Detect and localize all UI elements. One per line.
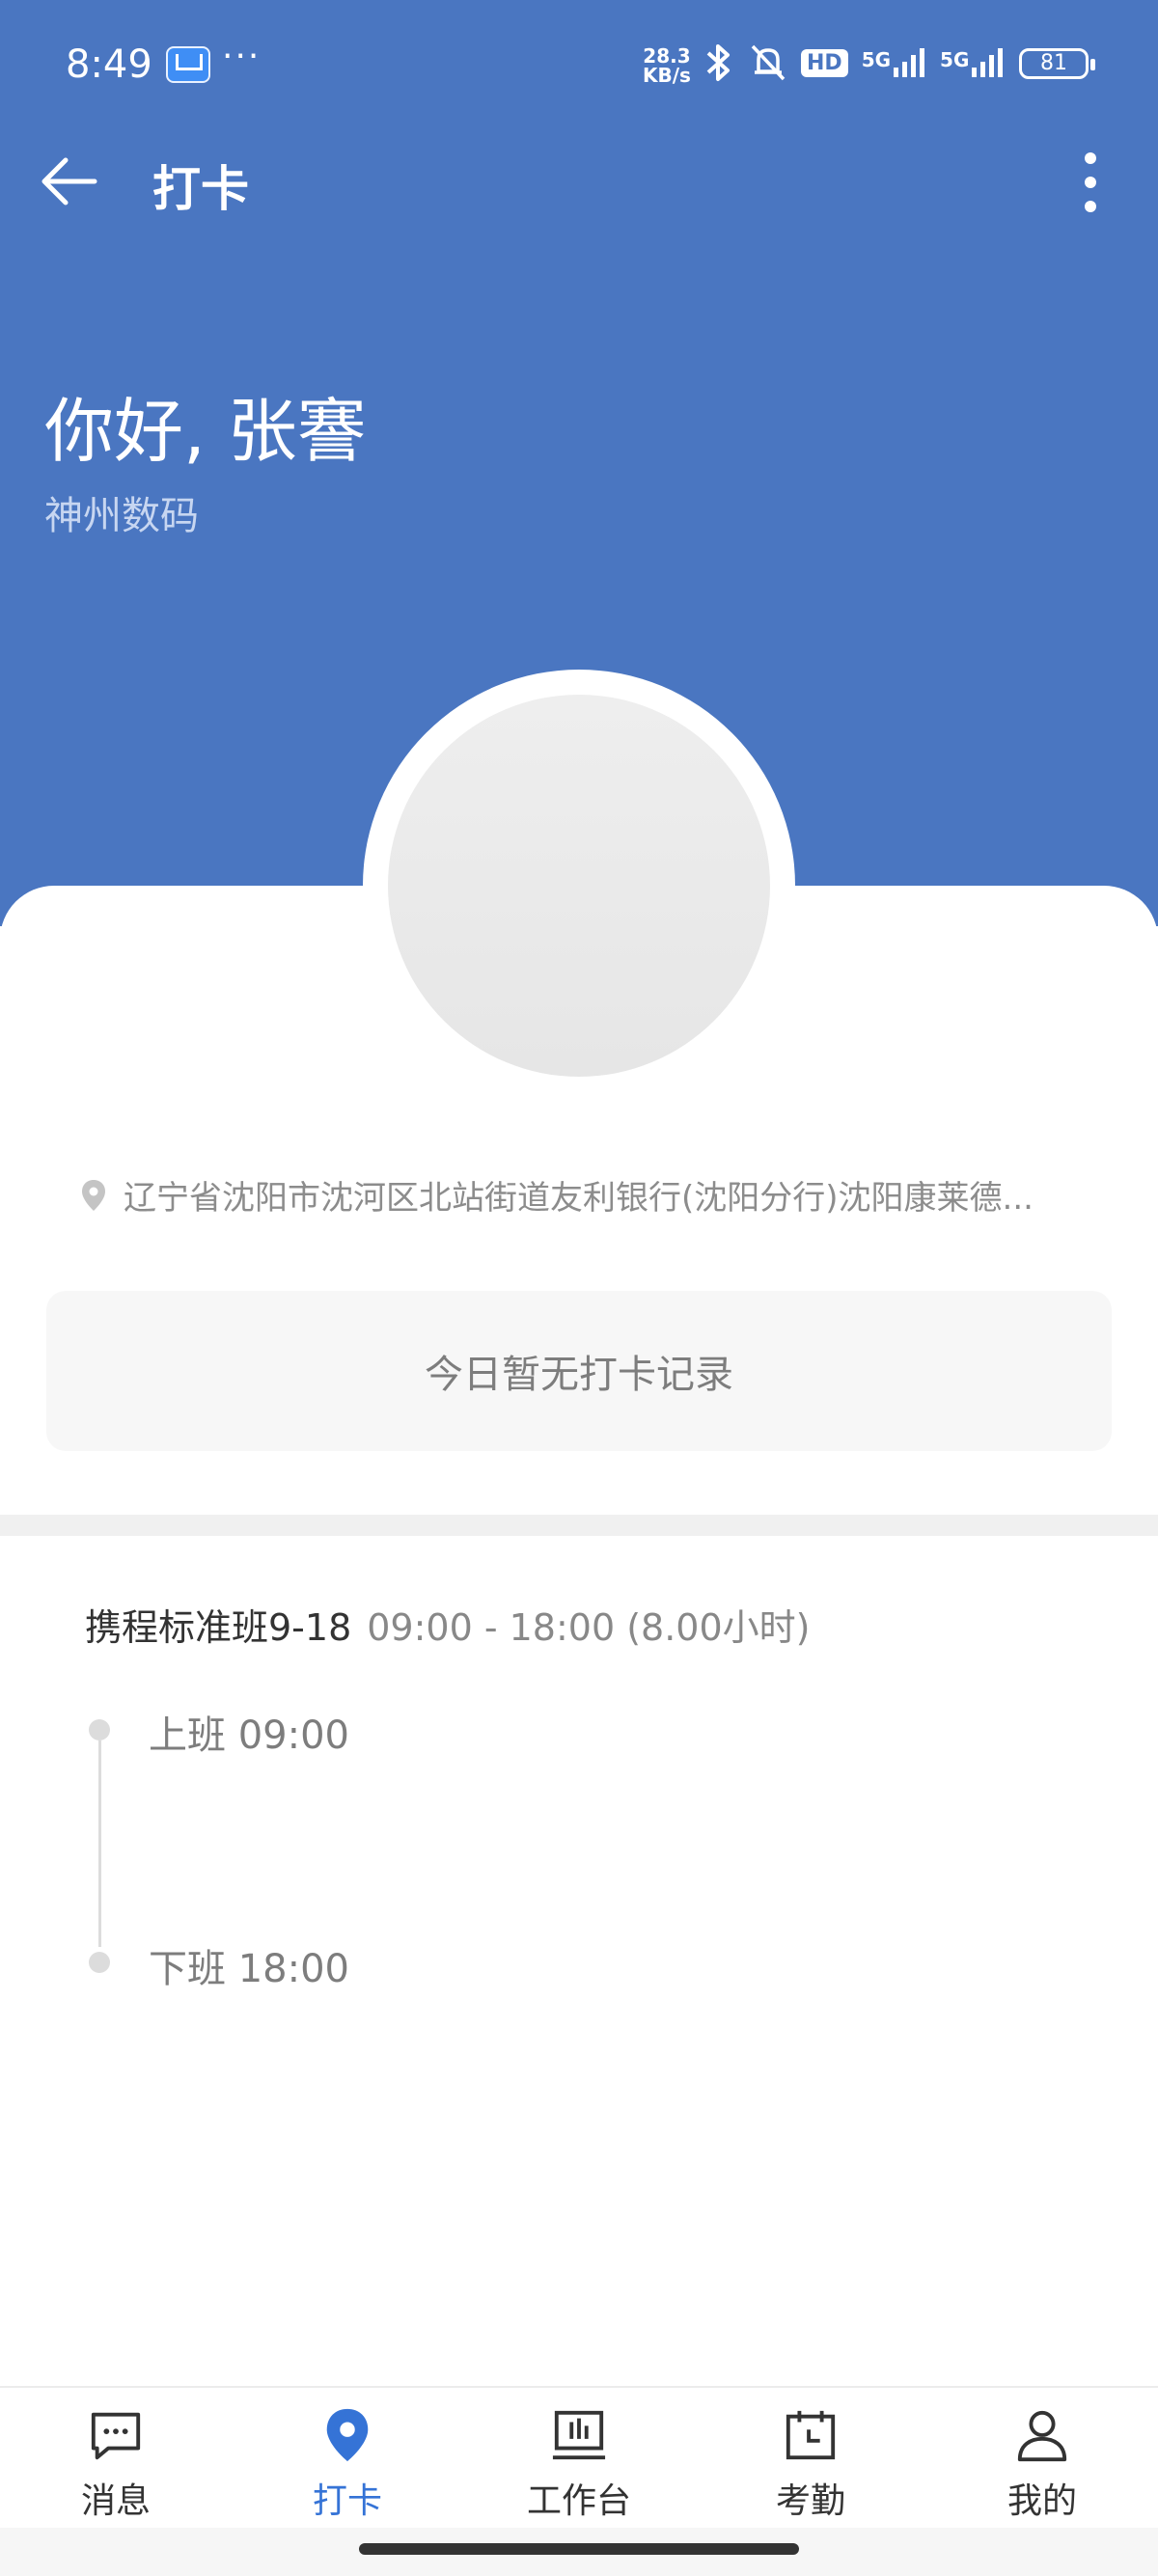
tab-punch[interactable]: 打卡	[232, 2388, 463, 2523]
more-vertical-icon	[1085, 152, 1096, 212]
punch-record-box: 今日暂无打卡记录	[46, 1291, 1112, 1451]
muted-bell-icon	[751, 44, 786, 81]
network-speed-value: 28.3	[643, 44, 691, 68]
tab-label: 我的	[1006, 2481, 1077, 2521]
shift-name: 携程标准班9-18	[85, 1606, 352, 1649]
tab-messages[interactable]: 消息	[0, 2388, 232, 2523]
status-more-indicator: ···	[222, 37, 262, 76]
punch-button[interactable]	[388, 695, 770, 1077]
bottom-tabbar: 消息 打卡 工作台 考勤 我的	[0, 2388, 1158, 2523]
workbench-icon	[552, 2410, 606, 2460]
user-icon	[1017, 2410, 1067, 2462]
signal-5g-2: 5G	[940, 48, 1005, 77]
section-divider	[0, 1515, 1158, 1536]
back-arrow-icon	[41, 157, 97, 206]
location-pin-icon	[82, 1179, 105, 1211]
status-icons: HD 5G 5G	[703, 42, 1005, 83]
mail-notification-icon	[166, 46, 210, 83]
battery-indicator: 81	[1019, 48, 1095, 79]
tab-label: 工作台	[526, 2481, 631, 2521]
shift-info: 携程标准班9-18 09:00 - 18:00 (8.00小时)	[85, 1598, 810, 1651]
network-speed: 28.3 KB/s	[643, 46, 691, 85]
tab-workbench[interactable]: 工作台	[463, 2388, 695, 2523]
timeline-line	[98, 1740, 101, 1947]
hd-badge: HD	[801, 48, 848, 77]
timeline-dot-start	[89, 1719, 110, 1740]
company-name: 神州数码	[44, 494, 199, 538]
home-indicator[interactable]	[359, 2543, 799, 2555]
shift-end-label: 下班 18:00	[149, 1947, 349, 1991]
signal-5g-2-label: 5G	[940, 48, 970, 71]
signal-5g-1-label: 5G	[861, 48, 892, 71]
tab-label: 考勤	[775, 2481, 845, 2521]
calendar-icon	[786, 2410, 836, 2460]
shift-time-range: 09:00 - 18:00 (8.00小时)	[367, 1606, 811, 1649]
tab-label: 打卡	[312, 2481, 382, 2521]
page-title: 打卡	[152, 161, 249, 217]
tab-label: 消息	[80, 2481, 151, 2521]
location-pin-icon	[326, 2408, 369, 2462]
status-time: 8:49	[66, 42, 152, 87]
location-row: 辽宁省沈阳市沈河区北站街道友利银行(沈阳分行)沈阳康莱德...	[81, 1171, 1089, 1219]
message-icon	[91, 2412, 141, 2460]
shift-start-label: 上班 09:00	[149, 1713, 349, 1758]
bluetooth-icon	[706, 44, 730, 81]
signal-bars-icon	[894, 48, 925, 77]
no-record-text: 今日暂无打卡记录	[425, 1353, 733, 1397]
timeline-dot-end	[89, 1952, 110, 1973]
tab-profile[interactable]: 我的	[926, 2388, 1158, 2523]
signal-5g-1: 5G	[862, 48, 926, 77]
signal-bars-icon	[972, 48, 1004, 77]
location-address: 辽宁省沈阳市沈河区北站街道友利银行(沈阳分行)沈阳康莱德...	[124, 1179, 1034, 1218]
more-options-button[interactable]	[1071, 151, 1110, 214]
greeting-text: 你好, 张謇	[44, 391, 367, 472]
tab-attendance[interactable]: 考勤	[695, 2388, 926, 2523]
back-button[interactable]	[39, 151, 100, 212]
network-speed-unit: KB/s	[643, 64, 691, 87]
